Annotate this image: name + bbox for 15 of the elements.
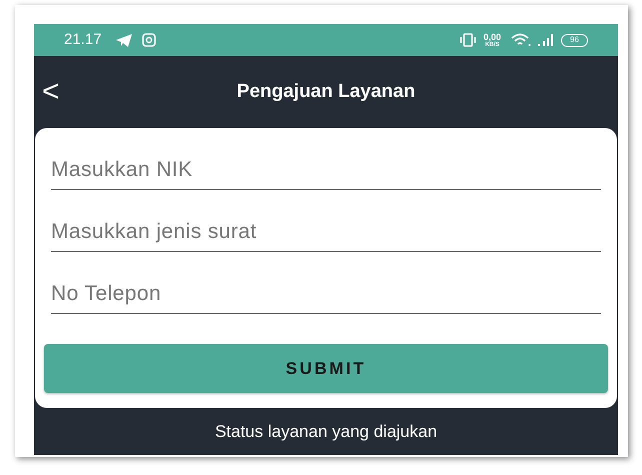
signal-icon [537,33,555,47]
input-field[interactable]: Masukkan jenis surat [51,190,601,252]
input-field[interactable]: No Telepon [51,252,601,314]
back-button[interactable]: < [42,77,60,107]
vibrate-icon [459,33,478,47]
submit-button[interactable]: SUBMIT [44,344,608,393]
wifi-icon [511,33,531,47]
send-icon [116,34,132,46]
clock-text: 21.17 [64,30,102,50]
input-field[interactable]: Masukkan NIK [51,128,601,190]
image-icon [142,33,156,47]
speed-text: 0,00 [483,32,501,42]
screen-title: Pengajuan Layanan [236,80,416,104]
battery-text: 96 [570,36,579,44]
status-link[interactable]: Status layanan yang diajukan [214,418,438,444]
